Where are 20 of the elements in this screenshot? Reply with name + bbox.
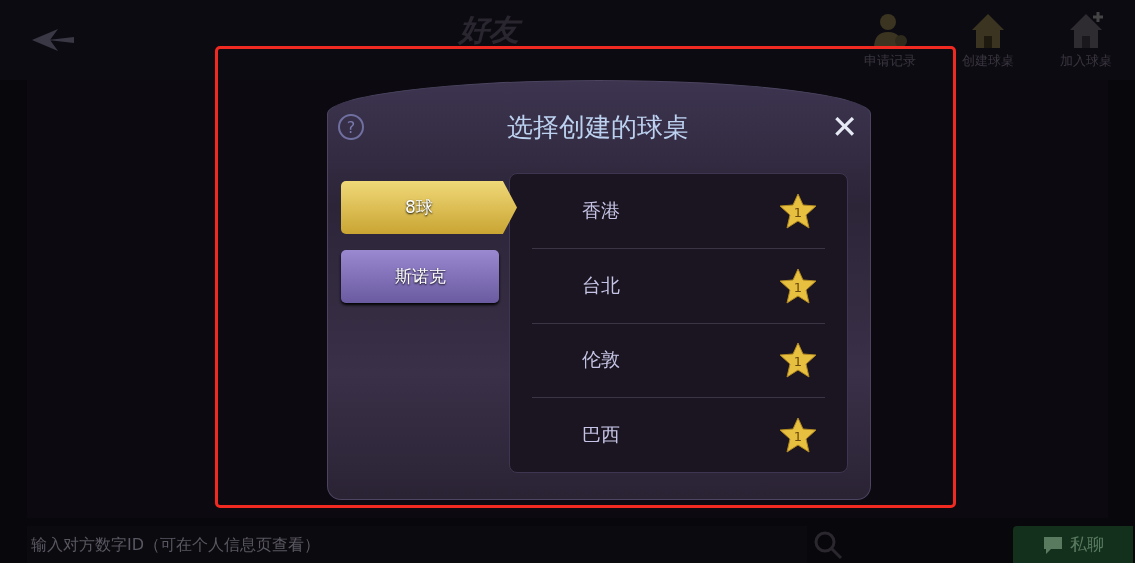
speech-bubble-icon: [1042, 534, 1064, 555]
list-item[interactable]: 巴西 1: [532, 398, 825, 472]
chat-button[interactable]: 私聊: [1013, 526, 1133, 563]
list-item[interactable]: 香港 1: [532, 174, 825, 249]
list-item[interactable]: 台北 1: [532, 248, 825, 324]
dialog-title: 选择创建的球桌: [505, 110, 690, 144]
level-number: 1: [793, 204, 803, 220]
star-icon: [779, 417, 817, 454]
star-icon: [779, 342, 817, 379]
list-item[interactable]: 伦敦 1: [532, 323, 825, 399]
level-number: 1: [793, 354, 803, 370]
back-icon[interactable]: [30, 27, 76, 53]
level-number: 1: [793, 429, 803, 445]
level-number: 1: [793, 279, 803, 295]
help-button[interactable]: ?: [338, 114, 364, 140]
star-icon: [779, 192, 817, 229]
star-icon: [779, 267, 817, 304]
search-icon[interactable]: [813, 529, 843, 560]
tab[interactable]: 斯诺克: [341, 250, 499, 303]
close-button[interactable]: ✕: [831, 111, 858, 143]
